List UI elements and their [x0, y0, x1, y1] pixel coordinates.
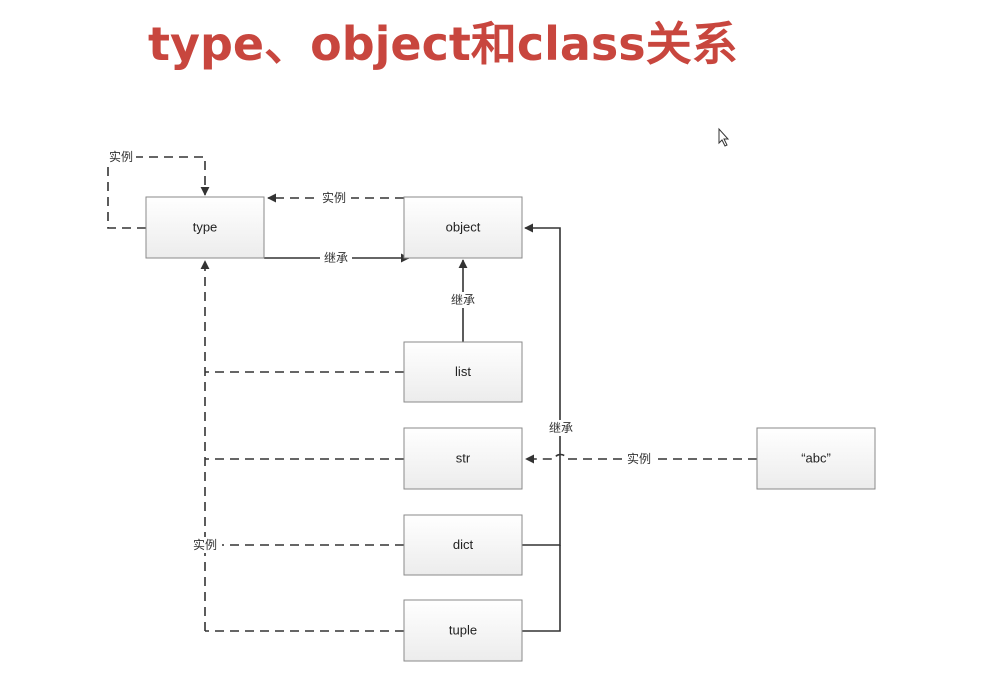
label-object-to-type-instance: 实例 [322, 190, 346, 205]
node-label-object: object [446, 220, 481, 235]
label-type-to-object-inherit: 继承 [324, 251, 348, 265]
mouse-cursor-icon [718, 127, 730, 147]
node-tuple: tuple [403, 599, 523, 662]
relationship-diagram: 实例 实例 继承 继承 继承 实例 实例 type object list str di… [106, 127, 876, 662]
node-label-list: list [455, 364, 471, 379]
node-abc: “abc” [756, 427, 876, 490]
label-abc-to-str-instance: 实例 [627, 451, 651, 466]
edge-tuple-to-trunk-inherit [522, 545, 561, 632]
node-label-str: str [456, 451, 471, 466]
node-label-tuple: tuple [449, 623, 477, 638]
label-type-self-instance: 实例 [109, 149, 133, 164]
label-builtins-to-type-instance: 实例 [193, 537, 217, 552]
node-list: list [403, 341, 523, 403]
node-label-dict: dict [453, 537, 474, 552]
node-type: type [145, 196, 265, 259]
edge-dict-to-object-inherit [522, 223, 561, 546]
label-right-inherit: 继承 [549, 421, 573, 435]
node-str: str [403, 427, 523, 490]
node-object: object [403, 196, 523, 259]
node-label-abc: “abc” [801, 451, 831, 466]
node-dict: dict [403, 514, 523, 576]
label-list-to-object-inherit: 继承 [451, 293, 475, 307]
node-label-type: type [193, 220, 218, 235]
